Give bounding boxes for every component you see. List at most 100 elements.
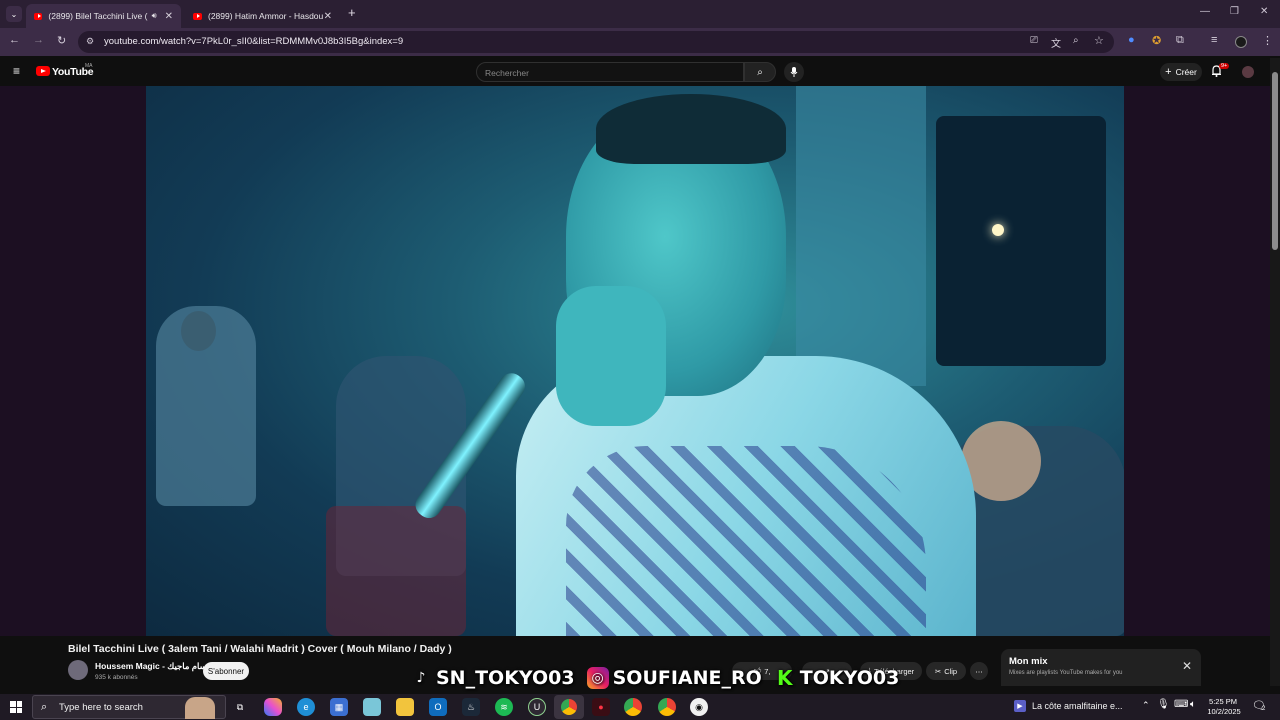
chrome-icon [561, 699, 577, 715]
more-horizontal-icon: ⋯ [975, 666, 983, 676]
tab-bilel-tacchini[interactable]: (2899) Bilel Tacchini Live ( 3 🔊︎ ✕ [26, 4, 181, 28]
taskbar-search[interactable]: ⌕ Type here to search [32, 695, 226, 719]
subscriber-count: 935 k abonnés [95, 674, 138, 681]
tab-title: (2899) Hatim Ammor - Hasdou [208, 11, 324, 21]
back-arrow-icon[interactable]: ← [9, 34, 20, 46]
tab-hatim-ammor[interactable]: (2899) Hatim Ammor - Hasdou ✕ [185, 4, 340, 28]
edge-icon[interactable]: e [297, 698, 315, 716]
kick-handle: TOKYO03 [799, 667, 900, 689]
task-view-icon[interactable]: ⧉ [231, 698, 249, 716]
notification-badge: 9+ [1219, 63, 1230, 69]
more-actions-button[interactable]: ⋯ [970, 662, 988, 680]
channel-name[interactable]: Houssem Magic - حسام ماجيك [95, 661, 212, 672]
video-player[interactable] [146, 86, 1124, 636]
close-tab-icon[interactable]: ✕ [324, 11, 332, 22]
red-app-icon[interactable]: ● [592, 698, 610, 716]
address-bar[interactable]: ⚙ youtube.com/watch?v=7PkL0r_sII0&list=R… [78, 31, 1114, 53]
youtube-logo-icon[interactable] [36, 66, 50, 76]
close-tab-icon[interactable]: ✕ [165, 11, 173, 22]
media-control-icon[interactable]: ≡ [1211, 34, 1217, 46]
instagram-icon: ◎ [586, 667, 609, 689]
now-playing-title[interactable]: La côte amalfitaine e... [1032, 701, 1123, 711]
reload-icon[interactable]: ↻ [57, 34, 66, 47]
microsoft-store-icon[interactable]: ▦ [330, 698, 348, 716]
clock-date[interactable]: 10/2/2025 [1204, 707, 1244, 716]
search-icon: ⌕ [757, 66, 763, 78]
account-avatar[interactable] [1242, 66, 1254, 78]
shirt-pattern-shape [566, 446, 926, 636]
github-icon[interactable]: ◉ [690, 698, 708, 716]
install-app-icon[interactable]: ⎚ [1030, 35, 1038, 46]
red-chair-shape [326, 506, 466, 636]
chrome-active-icon[interactable] [554, 695, 584, 719]
tab-search-dropdown[interactable]: ⌄ [6, 6, 22, 22]
show-hidden-icons-chevron-up-icon[interactable]: ⌃ [1142, 700, 1150, 711]
youtube-favicon-icon [193, 12, 202, 20]
search-highlight-avatar [185, 697, 215, 719]
bookmark-star-icon[interactable]: ☆ [1094, 34, 1104, 47]
microphone-icon [790, 67, 798, 77]
speaker-icon[interactable]: 🔊︎ [152, 11, 157, 21]
outlook-icon[interactable]: O [429, 698, 447, 716]
forward-arrow-icon[interactable]: → [33, 34, 44, 46]
translate-icon[interactable]: 文 [1051, 35, 1061, 50]
extension-orange-icon[interactable]: ✪ [1152, 34, 1161, 47]
url-text: youtube.com/watch?v=7PkL0r_sII0&list=RDM… [104, 36, 404, 47]
clip-label: Clip [944, 666, 958, 676]
video-title: Bilel Tacchini Live ( 3alem Tani / Walah… [68, 643, 452, 655]
scrollbar-thumb[interactable] [1272, 72, 1278, 250]
audience-head-left [181, 311, 216, 351]
search-input[interactable] [485, 68, 725, 78]
search-button[interactable]: ⌕ [744, 62, 776, 82]
extension-blue-icon[interactable]: ● [1128, 34, 1135, 46]
taskbar-search-placeholder: Type here to search [59, 702, 143, 713]
close-icon[interactable]: ✕ [1182, 659, 1192, 673]
chevron-down-icon: ⌄ [10, 9, 18, 19]
country-code: MA [85, 63, 93, 69]
clock-time[interactable]: 5:25 PM [1208, 697, 1238, 706]
copilot-icon[interactable] [264, 698, 282, 716]
social-watermark-overlay: ♪ SN_TOKYO03 ◎ SOUFIANE_RO K TOKYO03 [410, 664, 900, 692]
voice-search-button[interactable] [784, 62, 804, 82]
file-explorer-icon[interactable] [396, 698, 414, 716]
site-info-icon[interactable]: ⚙ [86, 36, 94, 47]
restore-icon[interactable]: ❐ [1230, 6, 1239, 17]
youtube-masthead: ≡ YouTube MA ⌕ + Créer 9+ [0, 58, 1280, 86]
extensions-puzzle-icon[interactable]: ⧉ [1176, 34, 1184, 47]
clip-button[interactable]: ✂ Clip [926, 662, 966, 680]
microphone-tray-icon[interactable]: 🎙︎ [1157, 699, 1170, 710]
youtube-favicon-icon [34, 12, 43, 20]
background-speaker-shape [936, 116, 1106, 366]
mix-subtitle: Mixes are playlists YouTube makes for yo… [1009, 670, 1123, 676]
menu-kebab-icon[interactable]: ⋮ [1262, 34, 1273, 47]
windows-start-icon[interactable] [10, 701, 22, 713]
mix-title: Mon mix [1009, 656, 1048, 667]
spotify-icon[interactable]: ≋ [495, 698, 513, 716]
singer-hair-shape [596, 94, 786, 164]
search-box [476, 62, 744, 82]
media-play-icon[interactable]: ▶ [1014, 700, 1026, 712]
plus-icon: + [1165, 66, 1172, 78]
background-window-shape [796, 86, 926, 386]
close-window-icon[interactable]: ✕ [1260, 6, 1268, 17]
mix-playlist-panel[interactable]: Mon mix Mixes are playlists YouTube make… [1001, 649, 1201, 686]
create-label: Créer [1175, 67, 1197, 77]
create-button[interactable]: + Créer [1160, 63, 1202, 81]
channel-avatar[interactable] [68, 660, 88, 680]
hamburger-menu-icon[interactable]: ≡ [13, 64, 20, 78]
network-icon[interactable]: ⌨ [1174, 699, 1188, 710]
subscribe-button[interactable]: S'abonner [203, 662, 249, 680]
minimize-icon[interactable]: — [1200, 6, 1210, 17]
chrome-icon[interactable] [658, 698, 676, 716]
tiktok-icon: ♪ [416, 670, 426, 686]
browser-tab-strip: ⌄ (2899) Bilel Tacchini Live ( 3 🔊︎ ✕ (2… [0, 0, 1280, 28]
upwork-icon[interactable]: U [528, 698, 546, 716]
new-tab-button[interactable]: + [348, 5, 356, 20]
chrome-profile-icon[interactable] [624, 698, 642, 716]
search-icon: ⌕ [41, 701, 48, 713]
zoom-icon[interactable]: ⌕ [1073, 35, 1079, 46]
profile-avatar[interactable] [1235, 36, 1247, 48]
volume-icon[interactable]: 🔈︎ [1190, 699, 1196, 710]
notepad-icon[interactable] [363, 698, 381, 716]
steam-icon[interactable]: ♨ [462, 698, 480, 716]
